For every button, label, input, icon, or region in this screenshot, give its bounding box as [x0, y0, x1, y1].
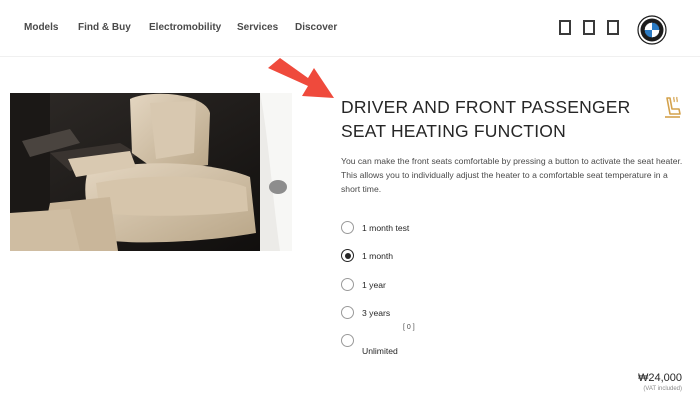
- radio-button[interactable]: [341, 221, 354, 234]
- feature-description: You can make the front seats comfortable…: [341, 156, 683, 194]
- seat-interior-image: [10, 93, 292, 251]
- radio-button[interactable]: [341, 306, 354, 319]
- radio-button[interactable]: [341, 278, 354, 291]
- option-count-badge: [ 0 ]: [403, 324, 415, 331]
- price-amount: ₩24,000: [637, 372, 682, 384]
- placeholder-icon[interactable]: [583, 20, 595, 35]
- annotation-arrow-icon: [268, 58, 334, 98]
- option-label: 1 month: [362, 251, 394, 261]
- option-label: Unlimited: [362, 346, 398, 356]
- price-vat-note: (VAT included): [643, 386, 682, 392]
- radio-button-selected[interactable]: [341, 249, 354, 262]
- nav-item-find-buy[interactable]: Find & Buy: [78, 22, 131, 33]
- feature-title: DRIVER AND FRONT PASSENGER SEAT HEATING …: [341, 97, 631, 141]
- placeholder-icon[interactable]: [607, 20, 619, 35]
- nav-item-discover[interactable]: Discover: [295, 22, 337, 33]
- option-label: 1 year: [362, 280, 386, 290]
- brand-logo[interactable]: [637, 15, 667, 45]
- placeholder-icon[interactable]: [559, 20, 571, 35]
- option-label: 3 years: [362, 308, 391, 318]
- nav-item-models[interactable]: Models: [24, 22, 58, 33]
- radio-button[interactable]: [341, 334, 354, 347]
- nav-item-services[interactable]: Services: [237, 22, 278, 33]
- nav-item-electromobility[interactable]: Electromobility: [149, 22, 221, 33]
- option-label: 1 month test: [362, 223, 410, 233]
- heated-seat-icon: [665, 96, 681, 118]
- top-navigation: Models Find & Buy Electromobility Servic…: [0, 0, 700, 57]
